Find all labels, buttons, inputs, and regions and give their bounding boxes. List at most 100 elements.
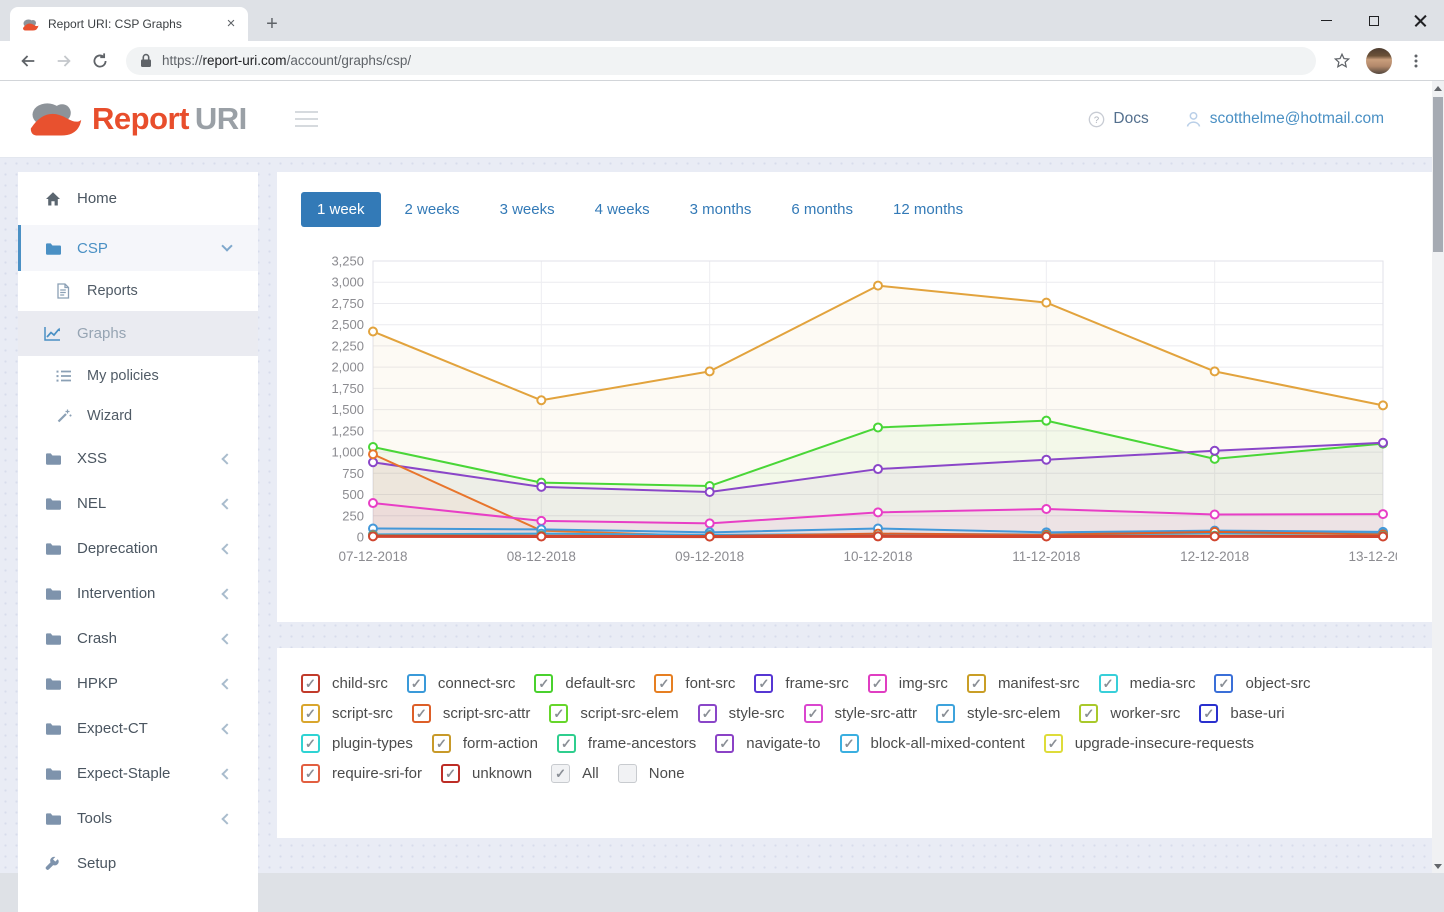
sidebar-item-expect-ct[interactable]: Expect-CT bbox=[18, 706, 258, 751]
scroll-up-arrow[interactable] bbox=[1432, 81, 1444, 95]
checkbox-connect-src[interactable]: ✓ bbox=[407, 674, 426, 693]
checkbox-object-src[interactable]: ✓ bbox=[1214, 674, 1233, 693]
sidebar-item-intervention[interactable]: Intervention bbox=[18, 571, 258, 616]
url-bar[interactable]: https://report-uri.com/account/graphs/cs… bbox=[126, 47, 1316, 75]
directive-label: plugin-types bbox=[332, 735, 413, 752]
checkbox-font-src[interactable]: ✓ bbox=[654, 674, 673, 693]
sidebar-item-hpkp[interactable]: HPKP bbox=[18, 661, 258, 706]
checkbox-upgrade-insecure-requests[interactable]: ✓ bbox=[1044, 734, 1063, 753]
directive-toggle-style-src[interactable]: ✓style-src bbox=[698, 704, 785, 723]
checkbox-script-src-attr[interactable]: ✓ bbox=[412, 704, 431, 723]
checkbox-media-src[interactable]: ✓ bbox=[1099, 674, 1118, 693]
checkbox-form-action[interactable]: ✓ bbox=[432, 734, 451, 753]
reload-button[interactable] bbox=[86, 47, 114, 75]
sidebar-item-setup[interactable]: Setup bbox=[18, 841, 258, 886]
scroll-down-arrow[interactable] bbox=[1432, 859, 1444, 873]
sidebar-item-home[interactable]: Home bbox=[18, 172, 258, 225]
tab-2-weeks[interactable]: 2 weeks bbox=[389, 192, 476, 227]
directive-toggle-script-src[interactable]: ✓script-src bbox=[301, 704, 393, 723]
new-tab-button[interactable]: + bbox=[258, 11, 286, 39]
directive-toggle-require-sri-for[interactable]: ✓require-sri-for bbox=[301, 764, 422, 783]
directive-toggle-plugin-types[interactable]: ✓ plugin-types bbox=[301, 734, 413, 753]
directive-toggle-block-all-mixed-content[interactable]: ✓block-all-mixed-content bbox=[840, 734, 1025, 753]
checkbox-base-uri[interactable]: ✓ bbox=[1199, 704, 1218, 723]
directive-toggle-upgrade-insecure-requests[interactable]: ✓upgrade-insecure-requests bbox=[1044, 734, 1254, 753]
directive-toggle-frame-src[interactable]: ✓frame-src bbox=[754, 674, 848, 693]
sidebar-item-expect-staple[interactable]: Expect-Staple bbox=[18, 751, 258, 796]
sidebar-item-nel[interactable]: NEL bbox=[18, 481, 258, 526]
forward-button[interactable] bbox=[50, 47, 78, 75]
directive-toggle-style-src-elem[interactable]: ✓style-src-elem bbox=[936, 704, 1060, 723]
svg-text:2,000: 2,000 bbox=[331, 360, 364, 375]
sidebar-item-tools[interactable]: Tools bbox=[18, 796, 258, 841]
directive-toggle-script-src-elem[interactable]: ✓script-src-elem bbox=[549, 704, 678, 723]
sidebar-item-graphs[interactable]: Graphs bbox=[18, 311, 258, 356]
sidebar-item-xss[interactable]: XSS bbox=[18, 436, 258, 481]
directive-toggle-connect-src[interactable]: ✓connect-src bbox=[407, 674, 516, 693]
browser-profile-avatar[interactable] bbox=[1366, 48, 1392, 74]
sidebar-item-reports[interactable]: Reports bbox=[18, 271, 258, 311]
maximize-button[interactable] bbox=[1350, 0, 1397, 41]
directive-toggle-media-src[interactable]: ✓media-src bbox=[1099, 674, 1196, 693]
tab-12-months[interactable]: 12 months bbox=[877, 192, 979, 227]
checkbox-script-src-elem[interactable]: ✓ bbox=[549, 704, 568, 723]
directive-toggle-frame-ancestors[interactable]: ✓frame-ancestors bbox=[557, 734, 696, 753]
checkbox-default-src[interactable]: ✓ bbox=[534, 674, 553, 693]
tab-3-months[interactable]: 3 months bbox=[674, 192, 768, 227]
checkbox-child-src[interactable]: ✓ bbox=[301, 674, 320, 693]
directive-toggle-style-src-attr[interactable]: ✓style-src-attr bbox=[804, 704, 918, 723]
close-button[interactable] bbox=[1397, 0, 1444, 41]
account-link[interactable]: scotthelme@hotmail.com bbox=[1185, 110, 1384, 128]
page-scrollbar[interactable] bbox=[1432, 81, 1444, 873]
checkbox-all[interactable]: ✓ bbox=[551, 764, 570, 783]
tab-3-weeks[interactable]: 3 weeks bbox=[484, 192, 571, 227]
checkbox-script-src[interactable]: ✓ bbox=[301, 704, 320, 723]
checkbox-manifest-src[interactable]: ✓ bbox=[967, 674, 986, 693]
checkbox-require-sri-for[interactable]: ✓ bbox=[301, 764, 320, 783]
directive-toggle-form-action[interactable]: ✓form-action bbox=[432, 734, 538, 753]
directive-toggle-child-src[interactable]: ✓child-src bbox=[301, 674, 388, 693]
checkbox-frame-ancestors[interactable]: ✓ bbox=[557, 734, 576, 753]
tab-close-icon[interactable]: × bbox=[222, 15, 240, 33]
docs-link[interactable]: ? Docs bbox=[1088, 110, 1148, 128]
sidebar-item-wizard[interactable]: Wizard bbox=[18, 396, 258, 436]
tab-6-months[interactable]: 6 months bbox=[775, 192, 869, 227]
directive-toggle-font-src[interactable]: ✓font-src bbox=[654, 674, 735, 693]
sidebar-toggle-button[interactable] bbox=[295, 111, 318, 128]
directive-toggle-manifest-src[interactable]: ✓manifest-src bbox=[967, 674, 1080, 693]
sidebar-item-my-policies[interactable]: My policies bbox=[18, 356, 258, 396]
sidebar-item-crash[interactable]: Crash bbox=[18, 616, 258, 661]
directive-toggle-unknown[interactable]: ✓unknown bbox=[441, 764, 532, 783]
tab-1-week[interactable]: 1 week bbox=[301, 192, 381, 227]
directive-toggle-script-src-attr[interactable]: ✓script-src-attr bbox=[412, 704, 531, 723]
checkbox-block-all-mixed-content[interactable]: ✓ bbox=[840, 734, 859, 753]
directive-toggle-worker-src[interactable]: ✓worker-src bbox=[1079, 704, 1180, 723]
sidebar-item-csp[interactable]: CSP bbox=[18, 225, 258, 271]
minimize-button[interactable] bbox=[1303, 0, 1350, 41]
checkbox-plugin-types[interactable]: ✓ bbox=[301, 734, 320, 753]
directive-toggle-all[interactable]: ✓All bbox=[551, 764, 599, 783]
checkbox-frame-src[interactable]: ✓ bbox=[754, 674, 773, 693]
checkbox-img-src[interactable]: ✓ bbox=[868, 674, 887, 693]
directive-toggle-img-src[interactable]: ✓img-src bbox=[868, 674, 948, 693]
browser-menu-button[interactable] bbox=[1402, 47, 1430, 75]
checkbox-unknown[interactable]: ✓ bbox=[441, 764, 460, 783]
back-button[interactable] bbox=[14, 47, 42, 75]
checkbox-style-src[interactable]: ✓ bbox=[698, 704, 717, 723]
scrollbar-thumb[interactable] bbox=[1433, 97, 1443, 252]
checkbox-navigate-to[interactable]: ✓ bbox=[715, 734, 734, 753]
bookmark-button[interactable] bbox=[1328, 47, 1356, 75]
tab-4-weeks[interactable]: 4 weeks bbox=[579, 192, 666, 227]
sidebar-item-deprecation[interactable]: Deprecation bbox=[18, 526, 258, 571]
directive-toggle-base-uri[interactable]: ✓base-uri bbox=[1199, 704, 1284, 723]
report-uri-logo[interactable]: ReportURI bbox=[28, 99, 247, 139]
browser-tab[interactable]: Report URI: CSP Graphs × bbox=[10, 7, 248, 41]
directive-toggle-navigate-to[interactable]: ✓navigate-to bbox=[715, 734, 820, 753]
checkbox-none[interactable] bbox=[618, 764, 637, 783]
directive-toggle-object-src[interactable]: ✓object-src bbox=[1214, 674, 1310, 693]
checkbox-worker-src[interactable]: ✓ bbox=[1079, 704, 1098, 723]
directive-toggle-default-src[interactable]: ✓default-src bbox=[534, 674, 635, 693]
checkbox-style-src-elem[interactable]: ✓ bbox=[936, 704, 955, 723]
checkbox-style-src-attr[interactable]: ✓ bbox=[804, 704, 823, 723]
directive-toggle-none[interactable]: None bbox=[618, 764, 685, 783]
